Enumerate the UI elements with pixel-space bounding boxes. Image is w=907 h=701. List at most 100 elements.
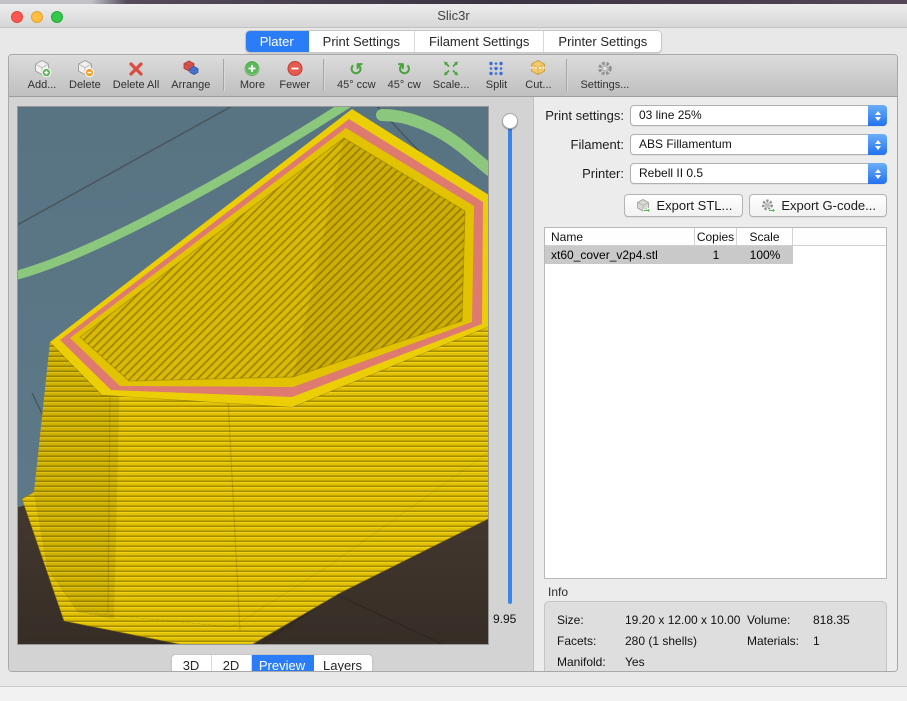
delete-button-label: Delete — [69, 79, 101, 91]
settings-button[interactable]: Settings... — [580, 59, 629, 91]
slic3r-window: Slic3r Plater Print Settings Filament Se… — [0, 0, 907, 701]
rotate-cw-icon: ↻ — [397, 59, 411, 78]
main-tabs: Plater Print Settings Filament Settings … — [245, 30, 663, 53]
tab-filament-settings[interactable]: Filament Settings — [415, 31, 544, 52]
3d-scene-canvas[interactable] — [18, 107, 488, 644]
cell-copies: 1 — [695, 248, 737, 262]
view-tab-2d[interactable]: 2D — [212, 655, 252, 672]
object-list-table[interactable]: Name Copies Scale xt60_cover_v2p4.stl 1 … — [544, 227, 887, 579]
info-group-title: Info — [548, 585, 887, 599]
combo-stepper-icon — [868, 163, 887, 184]
size-label: Size: — [557, 610, 625, 631]
export-stl-label: Export STL... — [656, 198, 732, 213]
split-button-label: Split — [486, 79, 507, 91]
layer-slider-track[interactable] — [508, 121, 512, 604]
window-title: Slic3r — [0, 8, 907, 23]
info-group-box: Size: 19.20 x 12.00 x 10.00 Volume: 818.… — [544, 601, 887, 672]
toolbar-separator — [223, 59, 224, 91]
object-table-header: Name Copies Scale — [545, 228, 886, 246]
export-stl-icon — [635, 198, 651, 214]
arrange-button[interactable]: Arrange — [171, 59, 210, 91]
plater-content: 9.95 3D 2D Preview Layers Print settings… — [9, 97, 897, 671]
print-settings-select[interactable]: 03 line 25% — [630, 105, 887, 126]
size-value: 19.20 x 12.00 x 10.00 — [625, 610, 747, 631]
titlebar[interactable]: Slic3r — [0, 4, 907, 28]
materials-label: Materials: — [747, 631, 813, 652]
table-row[interactable]: xt60_cover_v2p4.stl 1 100% — [545, 246, 886, 264]
plater-toolbar: Add... Delete Delete All — [9, 55, 897, 97]
volume-label: Volume: — [747, 610, 813, 631]
filament-label: Filament: — [544, 137, 624, 152]
more-button[interactable]: More — [237, 59, 267, 91]
view-mode-tabs: 3D 2D Preview Layers — [9, 654, 534, 672]
delete-all-button[interactable]: Delete All — [113, 59, 159, 91]
toolbar-separator — [323, 59, 324, 91]
column-header-scale[interactable]: Scale — [737, 228, 793, 246]
table-row-selection: xt60_cover_v2p4.stl 1 100% — [545, 246, 793, 264]
export-stl-button[interactable]: Export STL... — [624, 194, 743, 217]
scale-icon — [442, 59, 460, 78]
add-object-icon — [32, 59, 52, 78]
cut-icon — [528, 59, 548, 78]
printer-label: Printer: — [544, 166, 624, 181]
layer-slider-thumb[interactable] — [502, 113, 518, 129]
scale-button[interactable]: Scale... — [433, 59, 470, 91]
split-icon — [487, 59, 505, 78]
cut-button-label: Cut... — [525, 79, 551, 91]
rotate-ccw-icon: ↺ — [349, 59, 363, 78]
printer-value: Rebell II 0.5 — [631, 164, 868, 183]
column-header-filler — [793, 236, 886, 238]
arrange-icon — [181, 59, 201, 78]
window-lower-gap — [0, 672, 907, 686]
settings-button-label: Settings... — [580, 79, 629, 91]
view-tab-3d[interactable]: 3D — [172, 655, 212, 672]
tab-print-settings[interactable]: Print Settings — [309, 31, 415, 52]
add-button-label: Add... — [28, 79, 57, 91]
arrange-button-label: Arrange — [171, 79, 210, 91]
main-tabstrip: Plater Print Settings Filament Settings … — [0, 28, 907, 54]
column-header-copies[interactable]: Copies — [695, 228, 737, 246]
cell-name: xt60_cover_v2p4.stl — [545, 248, 695, 262]
view-tab-preview[interactable]: Preview — [252, 655, 314, 672]
fewer-copies-icon — [286, 59, 304, 78]
more-button-label: More — [240, 79, 265, 91]
add-button[interactable]: Add... — [27, 59, 57, 91]
settings-sidebar: Print settings: 03 line 25% Filament: AB… — [534, 97, 897, 671]
rotate-cw-button[interactable]: ↻ 45° cw — [388, 59, 421, 91]
combo-stepper-icon — [868, 105, 887, 126]
rotate-ccw-label: 45° ccw — [337, 79, 376, 91]
3d-viewport[interactable] — [18, 107, 488, 644]
toolbar-separator — [566, 59, 567, 91]
rotate-ccw-button[interactable]: ↺ 45° ccw — [337, 59, 376, 91]
layer-slider-value: 9.95 — [493, 612, 516, 626]
column-header-name[interactable]: Name — [545, 228, 695, 246]
delete-all-icon — [127, 59, 145, 78]
filament-select[interactable]: ABS Fillamentum — [630, 134, 887, 155]
delete-button[interactable]: Delete — [69, 59, 101, 91]
settings-gear-icon — [596, 59, 614, 78]
tab-printer-settings[interactable]: Printer Settings — [544, 31, 661, 52]
filament-value: ABS Fillamentum — [631, 135, 868, 154]
statusbar — [0, 686, 907, 701]
combo-stepper-icon — [868, 134, 887, 155]
view-tab-layers[interactable]: Layers — [314, 655, 372, 672]
delete-object-icon — [75, 59, 95, 78]
materials-value: 1 — [813, 631, 874, 652]
fewer-button-label: Fewer — [279, 79, 310, 91]
delete-all-button-label: Delete All — [113, 79, 159, 91]
scale-button-label: Scale... — [433, 79, 470, 91]
tab-plater[interactable]: Plater — [246, 31, 309, 52]
cell-scale: 100% — [737, 248, 793, 262]
viewport-area: 9.95 3D 2D Preview Layers — [9, 97, 534, 671]
split-button[interactable]: Split — [481, 59, 511, 91]
fewer-button[interactable]: Fewer — [279, 59, 310, 91]
export-gcode-button[interactable]: Export G-code... — [749, 194, 887, 217]
printer-select[interactable]: Rebell II 0.5 — [630, 163, 887, 184]
rotate-cw-label: 45° cw — [388, 79, 421, 91]
export-gcode-icon — [760, 198, 776, 214]
print-settings-label: Print settings: — [544, 108, 624, 123]
export-gcode-label: Export G-code... — [781, 198, 876, 213]
volume-value: 818.35 — [813, 610, 874, 631]
manifold-label: Manifold: — [557, 652, 625, 672]
cut-button[interactable]: Cut... — [523, 59, 553, 91]
